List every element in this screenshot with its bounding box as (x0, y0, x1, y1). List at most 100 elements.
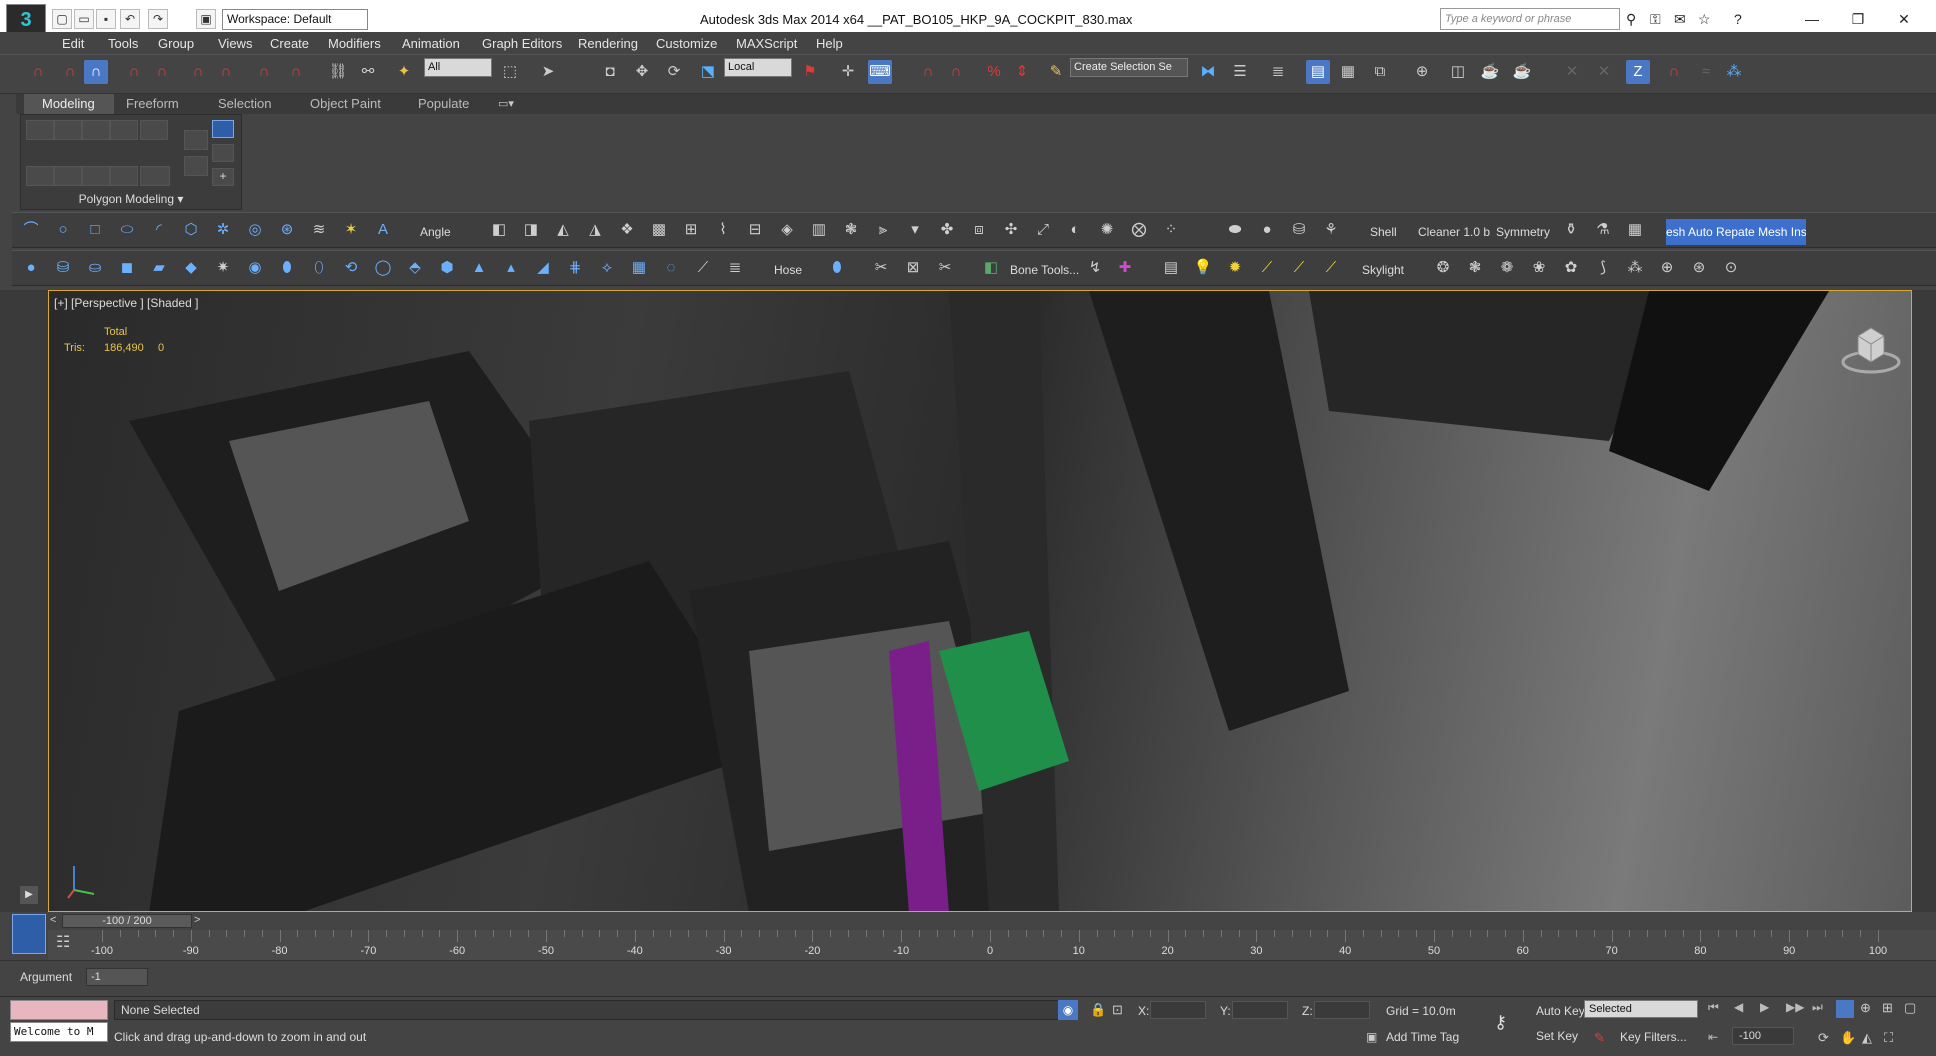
ik-icon[interactable]: ↯ (1084, 256, 1106, 280)
zoom-all-icon[interactable]: ⊞ (1882, 1000, 1893, 1016)
modifier-icon[interactable]: ◭ (552, 218, 574, 242)
circle-shape-icon[interactable]: ○ (52, 218, 74, 242)
modifier-icon[interactable]: ✺ (1096, 218, 1118, 242)
magnet-icon[interactable]: ∩ (150, 60, 174, 84)
box-icon[interactable]: ◼ (116, 256, 138, 280)
ring-icon[interactable]: ◌ (660, 256, 682, 280)
transform-mode-icon[interactable]: ⊡ (1112, 1002, 1123, 1018)
zoom-icon[interactable]: ⊕ (1860, 1000, 1871, 1016)
z-coord-field[interactable] (1314, 1001, 1370, 1019)
modifier-icon[interactable]: ⚘ (1320, 218, 1342, 242)
expand-panel-icon[interactable]: ▶ (20, 886, 38, 904)
key-mode-toggle-icon[interactable]: ⇤ (1708, 1030, 1718, 1044)
save-icon[interactable]: ▪ (96, 9, 116, 29)
modifier-icon[interactable]: ⌇ (712, 218, 734, 242)
toggle-command-mode-icon[interactable] (110, 166, 138, 186)
sphere-icon[interactable]: ● (20, 256, 42, 280)
edge-icon[interactable] (54, 120, 82, 140)
menu-maxscript[interactable]: MAXScript (736, 36, 797, 51)
menu-edit[interactable]: Edit (62, 36, 84, 51)
search-input[interactable]: Type a keyword or phrase (1440, 8, 1620, 30)
scale-icon[interactable]: ⬔ (696, 60, 720, 84)
render-teapot-icon[interactable]: ☕ (1510, 60, 1534, 84)
spring-icon[interactable]: ≣ (724, 256, 746, 280)
select-cursor-icon[interactable]: ➤ (536, 60, 560, 84)
skylight-label[interactable]: Skylight (1362, 263, 1404, 277)
mesh-auto-repair-button[interactable]: esh Auto Repate Mesh Insp (1666, 219, 1806, 245)
tab-freeform[interactable]: Freeform (126, 96, 179, 111)
line-shape-icon[interactable]: ⌒ (20, 218, 42, 242)
capsule-icon[interactable]: ⬯ (308, 256, 330, 280)
isolate-selection-icon[interactable]: ◉ (1058, 1000, 1078, 1020)
deform-icon[interactable]: ✿ (1560, 256, 1582, 280)
border-icon[interactable] (82, 120, 110, 140)
time-prev-icon[interactable]: < (50, 914, 56, 926)
deform-icon[interactable]: ⊛ (1688, 256, 1710, 280)
restore-button[interactable]: ❐ (1838, 6, 1878, 32)
tab-modeling[interactable]: Modeling (24, 94, 114, 114)
deform-icon[interactable]: ❁ (1496, 256, 1518, 280)
set-key-red-icon[interactable]: ✎ (1594, 1030, 1605, 1046)
tool-icon[interactable]: ✂ (934, 256, 956, 280)
bind-space-warp-icon[interactable]: ✦ (392, 60, 416, 84)
scene-explorer-icon[interactable]: ▤ (1306, 60, 1330, 84)
key-mode-dropdown[interactable]: Selected (1584, 1000, 1698, 1018)
unlink-icon[interactable]: ⚯ (356, 60, 380, 84)
manipulate-icon[interactable]: ✛ (836, 60, 860, 84)
minimize-button[interactable]: — (1792, 6, 1832, 32)
deform-icon[interactable]: ❃ (1464, 256, 1486, 280)
previous-frame-icon[interactable]: ◀ (1734, 1000, 1743, 1014)
modifier-icon[interactable]: ▾ (904, 218, 926, 242)
bone-tools-label[interactable]: Bone Tools... (1010, 263, 1079, 277)
sun-light-icon[interactable]: ✹ (1224, 256, 1246, 280)
key-filters-button[interactable]: Key Filters... (1620, 1030, 1687, 1044)
direct-light-icon[interactable]: ⟋ (1288, 256, 1310, 280)
tab-populate[interactable]: Populate (418, 96, 469, 111)
keyboard-shortcut-override-icon[interactable]: ⌨ (868, 60, 892, 84)
cylinder-icon[interactable]: ⛁ (52, 256, 74, 280)
polygon-icon[interactable] (110, 120, 138, 140)
mirror-icon[interactable]: ⧓ (1196, 60, 1220, 84)
selection-filter-dropdown[interactable]: All (424, 58, 492, 77)
deform-icon[interactable]: ❂ (1432, 256, 1454, 280)
text-shape-icon[interactable]: A (372, 218, 394, 242)
key-icon[interactable]: ⚷ (1494, 1012, 1507, 1033)
camera-icon[interactable]: ▤ (1160, 256, 1182, 280)
modifier-icon[interactable]: ◮ (584, 218, 606, 242)
modifier-icon[interactable]: ⧈ (968, 218, 990, 242)
set-key-button[interactable]: Set Key (1536, 1027, 1582, 1045)
track-bar-icon[interactable]: ☷ (56, 932, 70, 952)
spinner-snap-icon[interactable]: ⇕ (1010, 60, 1034, 84)
magnet-icon[interactable]: ∩ (214, 60, 238, 84)
pin-stack-icon[interactable] (212, 144, 234, 162)
unwrap-icon[interactable]: ⚗ (1592, 218, 1614, 242)
tool-icon[interactable]: ✂ (870, 256, 892, 280)
menu-modifiers[interactable]: Modifiers (328, 36, 381, 51)
donut-shape-icon[interactable]: ◎ (244, 218, 266, 242)
percent-snap-icon[interactable]: % (982, 60, 1006, 84)
open-file-icon[interactable]: ▭ (74, 9, 94, 29)
particle-icon[interactable]: ⁂ (1722, 60, 1746, 84)
play-icon[interactable]: ▶ (1760, 1000, 1769, 1014)
tool-icon[interactable]: ⊠ (902, 256, 924, 280)
y-coord-field[interactable] (1232, 1001, 1288, 1019)
angle-label[interactable]: Angle (420, 225, 451, 239)
polygon-modeling-label[interactable]: Polygon Modeling ▾ (20, 192, 242, 210)
menu-help[interactable]: Help (816, 36, 843, 51)
menu-graph-editors[interactable]: Graph Editors (482, 36, 562, 51)
viewcube-icon[interactable] (1840, 318, 1902, 380)
gengon-icon[interactable]: ⬢ (436, 256, 458, 280)
subscription-icon[interactable]: ⚿ (1650, 11, 1661, 28)
skylight-icon[interactable]: ⟋ (1320, 256, 1342, 280)
skin-icon[interactable]: ⚱ (1560, 218, 1582, 242)
ribbon-options-icon[interactable]: ▭▾ (498, 97, 514, 110)
selection-lock-icon[interactable]: 🔒 (1090, 1002, 1106, 1018)
binoculars-icon[interactable]: ⚲ (1626, 11, 1636, 28)
omni-light-icon[interactable]: 💡 (1192, 256, 1214, 280)
magnet-icon[interactable]: ∩ (26, 60, 50, 84)
deform-icon[interactable]: ⁂ (1624, 256, 1646, 280)
close-button[interactable]: ✕ (1884, 6, 1924, 32)
maxscript-listener-input[interactable] (10, 1000, 108, 1020)
orbit-icon[interactable]: ⟳ (1818, 1030, 1829, 1046)
favorites-star-icon[interactable]: ☆ (1698, 11, 1711, 28)
